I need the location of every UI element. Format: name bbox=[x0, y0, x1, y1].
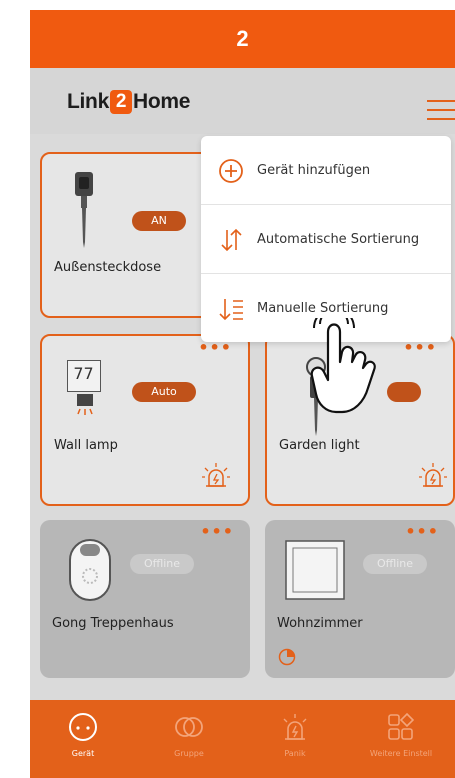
alarm-icon[interactable] bbox=[419, 462, 447, 488]
app-header: Link 2 Home bbox=[30, 68, 455, 134]
wall-lamp-icon: 77 bbox=[67, 360, 101, 392]
sort-menu: Gerät hinzufügen Automatische Sortierung… bbox=[201, 136, 451, 342]
lamp-glow-icon bbox=[77, 394, 93, 415]
plus-circle-icon bbox=[219, 159, 243, 183]
app-logo: Link 2 Home bbox=[67, 90, 190, 114]
pointer-hand-icon bbox=[310, 318, 376, 414]
alarm-icon[interactable] bbox=[202, 462, 230, 488]
gong-icon bbox=[69, 539, 111, 601]
device-name: Garden light bbox=[279, 438, 360, 453]
menu-item-label: Automatische Sortierung bbox=[257, 231, 420, 247]
tab-bar: Gerät Gruppe Panik Weitere Einstell bbox=[30, 700, 455, 778]
tab-label: Gerät bbox=[71, 749, 95, 758]
device-card-gong-treppenhaus[interactable]: ••• Offline Gong Treppenhaus bbox=[40, 520, 250, 678]
logo-text-link: Link bbox=[67, 90, 109, 113]
menu-icon[interactable] bbox=[427, 100, 455, 120]
tab-group[interactable]: Gruppe bbox=[136, 700, 242, 778]
status-badge: Offline bbox=[363, 554, 427, 574]
group-icon bbox=[175, 717, 203, 737]
device-card-wall-lamp[interactable]: ••• 77 Auto Wall lamp bbox=[40, 334, 250, 506]
tab-label: Weitere Einstell bbox=[369, 749, 433, 758]
status-badge: Auto bbox=[132, 382, 196, 402]
device-name: Wall lamp bbox=[54, 438, 118, 453]
logo-text-two: 2 bbox=[109, 90, 132, 114]
more-options-icon[interactable]: ••• bbox=[198, 340, 232, 356]
tab-more-settings[interactable]: Weitere Einstell bbox=[348, 700, 454, 778]
tab-device[interactable]: Gerät bbox=[30, 700, 136, 778]
tab-label: Gruppe bbox=[174, 749, 204, 758]
step-banner: 2 bbox=[30, 10, 455, 68]
device-name: Außensteckdose bbox=[54, 260, 162, 275]
menu-item-label: Manuelle Sortierung bbox=[257, 300, 389, 316]
sort-arrows-icon bbox=[221, 228, 242, 252]
timer-icon[interactable] bbox=[278, 648, 296, 666]
menu-item-label: Gerät hinzufügen bbox=[257, 162, 371, 178]
app-frame: 2 Link 2 Home AN Außensteckdose ••• 77 A… bbox=[30, 10, 455, 778]
device-name: Wohnzimmer bbox=[277, 616, 363, 631]
sort-list-icon bbox=[219, 299, 243, 321]
more-options-icon[interactable]: ••• bbox=[200, 524, 234, 540]
device-name: Gong Treppenhaus bbox=[52, 616, 174, 631]
device-card-wohnzimmer[interactable]: ••• Offline Wohnzimmer bbox=[265, 520, 455, 678]
logo-text-home: Home bbox=[132, 90, 191, 113]
menu-item-auto-sort[interactable]: Automatische Sortierung bbox=[201, 205, 451, 273]
alarm-icon bbox=[283, 714, 307, 740]
tab-panic[interactable]: Panik bbox=[242, 700, 348, 778]
menu-item-add-device[interactable]: Gerät hinzufügen bbox=[201, 136, 451, 204]
device-icon bbox=[69, 713, 97, 741]
status-badge: AN bbox=[132, 211, 186, 231]
tab-label: Panik bbox=[284, 749, 306, 758]
wall-switch-icon bbox=[285, 540, 345, 600]
more-options-icon[interactable]: ••• bbox=[403, 340, 437, 356]
grid-icon bbox=[388, 712, 415, 740]
more-options-icon[interactable]: ••• bbox=[405, 524, 439, 540]
status-badge: Offline bbox=[130, 554, 194, 574]
outdoor-socket-icon bbox=[75, 172, 93, 248]
